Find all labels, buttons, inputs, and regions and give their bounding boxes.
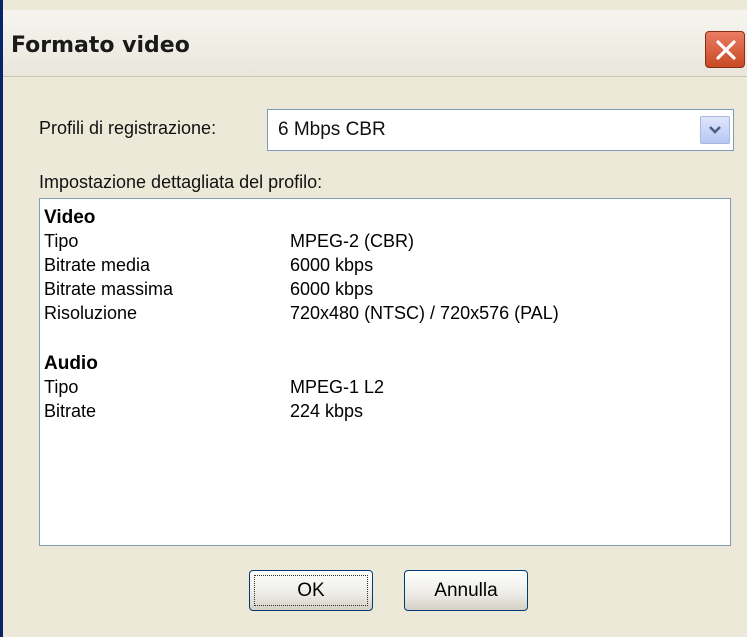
detail-key: Tipo bbox=[44, 377, 79, 397]
close-button[interactable] bbox=[705, 31, 745, 68]
ok-button-label: OK bbox=[297, 580, 325, 601]
detail-row: Risoluzione 720x480 (NTSC) / 720x576 (PA… bbox=[44, 303, 724, 325]
detail-value: MPEG-1 L2 bbox=[290, 377, 385, 397]
detail-key: Risoluzione bbox=[44, 303, 138, 323]
chevron-down-icon bbox=[709, 126, 721, 134]
video-section-heading: Video bbox=[44, 207, 96, 228]
detail-row: Bitrate 224 kbps bbox=[44, 401, 724, 423]
profiles-dropdown[interactable]: 6 Mbps CBR bbox=[267, 109, 734, 151]
detail-row: Tipo MPEG-2 (CBR) bbox=[44, 231, 724, 253]
detail-value: 224 kbps bbox=[290, 401, 364, 421]
detail-key: Bitrate bbox=[44, 401, 97, 421]
profile-details-box: Video Tipo MPEG-2 (CBR) Bitrate media 60… bbox=[39, 198, 731, 546]
close-icon bbox=[716, 40, 736, 60]
profiles-selected-value: 6 Mbps CBR bbox=[278, 119, 386, 140]
detail-value: 6000 kbps bbox=[290, 255, 374, 275]
window-title: Formato video bbox=[11, 33, 190, 58]
detail-key: Tipo bbox=[44, 231, 79, 251]
audio-section-heading: Audio bbox=[44, 353, 98, 374]
detail-key: Bitrate massima bbox=[44, 279, 174, 299]
detail-value: MPEG-2 (CBR) bbox=[290, 231, 415, 251]
detail-key: Bitrate media bbox=[44, 255, 151, 275]
detail-value: 6000 kbps bbox=[290, 279, 374, 299]
detail-row: Bitrate massima 6000 kbps bbox=[44, 279, 724, 301]
ok-button[interactable]: OK bbox=[249, 570, 373, 611]
details-label: Impostazione dettagliata del profilo: bbox=[39, 172, 323, 192]
detail-value: 720x480 (NTSC) / 720x576 (PAL) bbox=[290, 303, 559, 323]
detail-row: Bitrate media 6000 kbps bbox=[44, 255, 724, 277]
cancel-button-label: Annulla bbox=[434, 580, 498, 601]
dropdown-button[interactable] bbox=[700, 116, 730, 144]
dialog-window: Formato video Profili di registrazione: … bbox=[0, 0, 747, 637]
detail-row: Tipo MPEG-1 L2 bbox=[44, 377, 724, 399]
cancel-button[interactable]: Annulla bbox=[404, 570, 528, 611]
profiles-label: Profili di registrazione: bbox=[39, 118, 217, 138]
title-bar: Formato video bbox=[3, 10, 747, 77]
